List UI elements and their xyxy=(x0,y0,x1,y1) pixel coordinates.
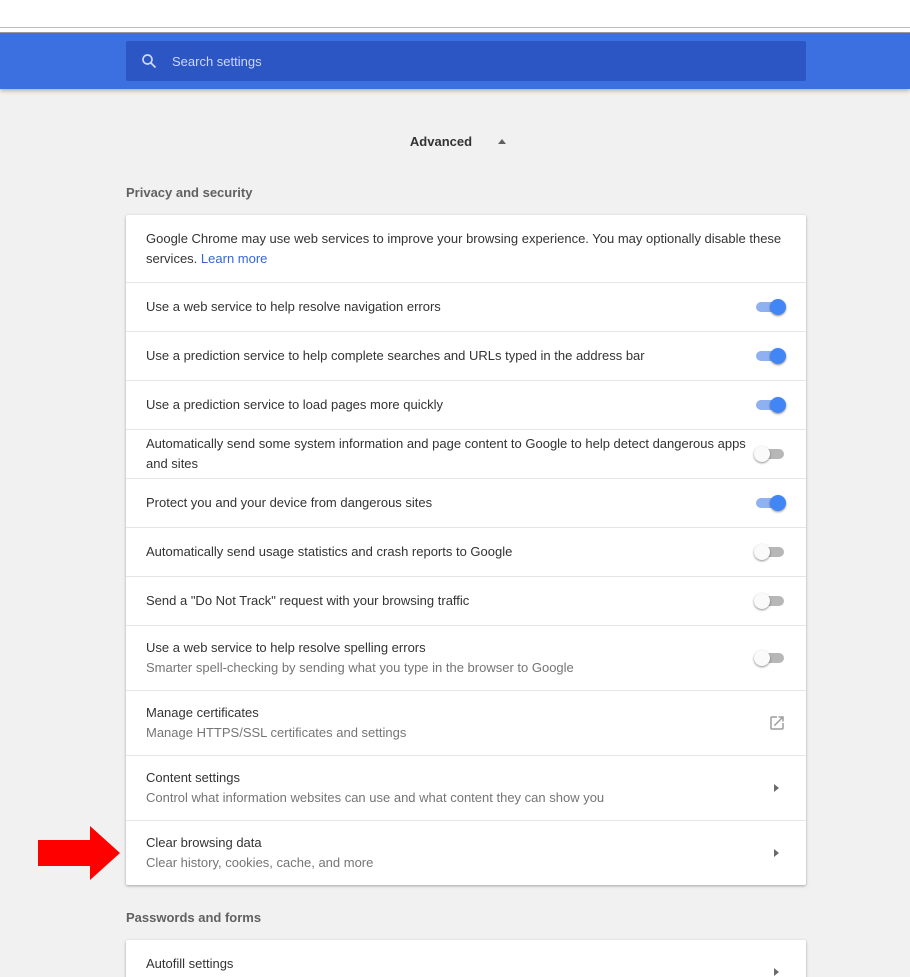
usage-stats-toggle[interactable] xyxy=(754,542,786,562)
chevron-right-icon[interactable] xyxy=(774,784,779,792)
privacy-intro-row: Google Chrome may use web services to im… xyxy=(126,215,806,282)
setting-label: Use a prediction service to help complet… xyxy=(146,348,645,363)
privacy-intro: Google Chrome may use web services to im… xyxy=(146,229,786,269)
setting-row-prediction-load[interactable]: Use a prediction service to load pages m… xyxy=(126,380,806,429)
setting-label: Automatically send usage statistics and … xyxy=(146,544,513,559)
autofill-settings-label: Autofill settings xyxy=(146,956,234,971)
content-settings-sublabel: Control what information websites can us… xyxy=(146,790,605,805)
search-input[interactable] xyxy=(172,53,806,69)
clear-browsing-data-row[interactable]: Clear browsing data Clear history, cooki… xyxy=(126,820,806,885)
navigation-errors-toggle[interactable] xyxy=(754,297,786,317)
red-arrow-icon xyxy=(38,826,120,880)
caret-up-icon[interactable] xyxy=(498,139,507,144)
setting-label: Use a prediction service to load pages m… xyxy=(146,397,443,412)
browser-top-strip xyxy=(0,0,910,33)
search-box[interactable] xyxy=(126,41,806,81)
search-icon[interactable] xyxy=(140,52,158,70)
prediction-search-toggle[interactable] xyxy=(754,346,786,366)
manage-certificates-sublabel: Manage HTTPS/SSL certificates and settin… xyxy=(146,725,407,740)
content-settings-row[interactable]: Content settings Control what informatio… xyxy=(126,755,806,820)
safe-browsing-toggle[interactable] xyxy=(754,493,786,513)
manage-certificates-row[interactable]: Manage certificates Manage HTTPS/SSL cer… xyxy=(126,690,806,755)
autofill-settings-row[interactable]: Autofill settings xyxy=(126,940,806,977)
setting-row-usage-stats[interactable]: Automatically send usage statistics and … xyxy=(126,527,806,576)
privacy-card: Google Chrome may use web services to im… xyxy=(126,215,806,885)
setting-row-spelling[interactable]: Use a web service to help resolve spelli… xyxy=(126,625,806,690)
learn-more-link[interactable]: Learn more xyxy=(201,251,267,266)
content-settings-label: Content settings xyxy=(146,770,240,785)
passwords-card: Autofill settings xyxy=(126,940,806,977)
settings-header xyxy=(0,33,910,89)
clear-browsing-data-sublabel: Clear history, cookies, cache, and more xyxy=(146,855,374,870)
setting-label: Use a web service to help resolve spelli… xyxy=(146,640,426,655)
do-not-track-toggle[interactable] xyxy=(754,591,786,611)
advanced-label[interactable]: Advanced xyxy=(410,134,472,149)
setting-row-prediction-search[interactable]: Use a prediction service to help complet… xyxy=(126,331,806,380)
prediction-load-toggle[interactable] xyxy=(754,395,786,415)
setting-label: Use a web service to help resolve naviga… xyxy=(146,299,441,314)
spelling-toggle[interactable] xyxy=(754,648,786,668)
setting-row-safe-browsing-extended[interactable]: Automatically send some system informati… xyxy=(126,429,806,478)
passwords-section-title: Passwords and forms xyxy=(126,910,262,925)
safe-browsing-extended-toggle[interactable] xyxy=(754,444,786,464)
setting-row-navigation-errors[interactable]: Use a web service to help resolve naviga… xyxy=(126,282,806,331)
manage-certificates-label: Manage certificates xyxy=(146,705,259,720)
setting-sublabel: Smarter spell-checking by sending what y… xyxy=(146,660,574,675)
chevron-right-icon[interactable] xyxy=(774,968,779,976)
open-in-new-icon[interactable] xyxy=(768,714,786,732)
clear-browsing-data-label: Clear browsing data xyxy=(146,835,262,850)
privacy-section-title: Privacy and security xyxy=(126,185,253,200)
advanced-toggle[interactable]: Advanced xyxy=(0,134,910,149)
chevron-right-icon[interactable] xyxy=(774,849,779,857)
setting-label: Send a "Do Not Track" request with your … xyxy=(146,593,470,608)
setting-row-safe-browsing[interactable]: Protect you and your device from dangero… xyxy=(126,478,806,527)
setting-row-do-not-track[interactable]: Send a "Do Not Track" request with your … xyxy=(126,576,806,625)
setting-label: Protect you and your device from dangero… xyxy=(146,495,433,510)
setting-label: Automatically send some system informati… xyxy=(146,436,746,471)
